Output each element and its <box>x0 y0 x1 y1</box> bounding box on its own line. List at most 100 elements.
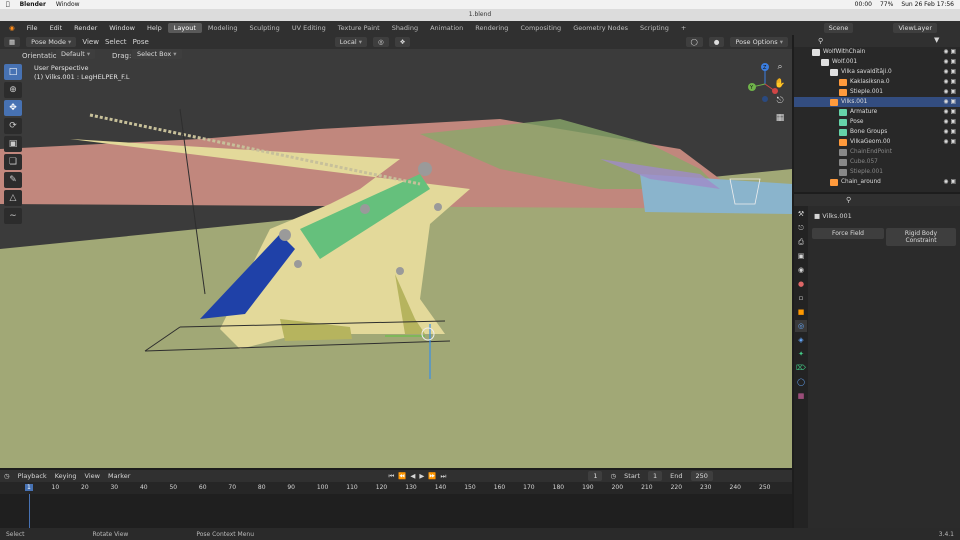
collection-tab-icon[interactable]: ▫ <box>795 292 807 304</box>
workspace-tab-texture-paint[interactable]: Texture Paint <box>332 23 386 33</box>
outliner-row[interactable]: Armature ◉ ▣ <box>794 107 960 117</box>
physics-tab-icon[interactable]: ◎ <box>795 320 807 332</box>
visibility-toggles[interactable]: ◉ ▣ <box>944 129 960 135</box>
snap-icon[interactable]: ❖ <box>394 37 411 47</box>
workspace-tab-rendering[interactable]: Rendering <box>469 23 514 33</box>
force-field-button[interactable]: Force Field <box>812 228 884 239</box>
keying-menu[interactable]: Keying <box>55 472 77 480</box>
menu-render[interactable]: Render <box>68 24 103 32</box>
select-box-icon[interactable]: □ <box>4 64 22 80</box>
outliner-row[interactable]: Vilks.001 ◉ ▣ <box>794 97 960 107</box>
select-menu[interactable]: Select <box>105 38 127 46</box>
outliner-row[interactable]: Cube.057 <box>794 157 960 167</box>
drag-select[interactable]: Select Box <box>132 49 182 59</box>
overlay-icon[interactable]: ◯ <box>685 37 703 47</box>
bone-constraint-tab-icon[interactable]: ◯ <box>795 376 807 388</box>
rotate-icon[interactable]: ⟳ <box>4 118 22 134</box>
outliner-row[interactable]: Bone Groups ◉ ▣ <box>794 127 960 137</box>
editor-type-button[interactable]: ▦ <box>4 37 21 47</box>
scene-tab-icon[interactable]: ◉ <box>795 264 807 276</box>
workspace-tab-modeling[interactable]: Modeling <box>202 23 244 33</box>
outliner-row[interactable]: Vilka savaldītāji.0 ◉ ▣ <box>794 67 960 77</box>
outliner-row[interactable]: Chain_around ◉ ▣ <box>794 177 960 187</box>
frame-ruler[interactable]: 1 10 20 30 40 50 60 70 80 90 100 110 120 130 140 150 160… <box>0 482 792 494</box>
menu-file[interactable]: File <box>21 24 44 32</box>
object-tab-icon[interactable]: ■ <box>795 306 807 318</box>
outliner-row[interactable]: Stieple.001 <box>794 167 960 177</box>
workspace-tab-layout[interactable]: Layout <box>167 23 202 33</box>
filter-icon[interactable]: ▼ <box>934 36 939 44</box>
outliner-row[interactable]: VilkaGeom.00 ◉ ▣ <box>794 137 960 147</box>
playback-controls[interactable]: ⏮⏪◀▶⏩⏭ <box>388 472 450 481</box>
workspace-tab-sculpting[interactable]: Sculpting <box>243 23 285 33</box>
mode-select[interactable]: Pose Mode <box>26 37 77 47</box>
blender-logo-icon[interactable]: ◉ <box>3 24 21 32</box>
clock-icon[interactable]: ◷ <box>610 472 616 480</box>
transform-orientation-select[interactable]: Local <box>334 37 367 47</box>
playback-menu[interactable]: Playback <box>18 472 47 480</box>
pivot-icon[interactable]: ◎ <box>372 37 389 47</box>
visibility-toggles[interactable]: ◉ ▣ <box>944 179 960 185</box>
visibility-toggles[interactable]: ◉ ▣ <box>944 139 960 145</box>
timeline-body[interactable] <box>0 494 792 528</box>
rigid-body-constraint-button[interactable]: Rigid Body Constraint <box>886 228 956 246</box>
camera-icon[interactable]: ⎋ <box>772 96 788 110</box>
workspace-tab-scripting[interactable]: Scripting <box>634 23 675 33</box>
transform-icon[interactable]: ❏ <box>4 154 22 170</box>
visibility-toggles[interactable]: ◉ ▣ <box>944 49 960 55</box>
timeline-view-menu[interactable]: View <box>85 472 100 480</box>
tool-tab-icon[interactable]: ⚒ <box>795 208 807 220</box>
workspace-tab-shading[interactable]: Shading <box>386 23 424 33</box>
workspace-tab-compositing[interactable]: Compositing <box>514 23 567 33</box>
menu-edit[interactable]: Edit <box>44 24 69 32</box>
outliner-row[interactable]: ChainEndPoint <box>794 147 960 157</box>
workspace-tab-animation[interactable]: Animation <box>424 23 469 33</box>
outliner-search-icon[interactable]: ⚲ <box>818 37 823 45</box>
scale-icon[interactable]: ▣ <box>4 136 22 152</box>
pan-icon[interactable]: ✋ <box>772 79 788 93</box>
object-data-tab-icon[interactable]: ✦ <box>795 348 807 360</box>
timeline-editor-icon[interactable]: ◷ <box>4 472 10 480</box>
visibility-toggles[interactable]: ◉ ▣ <box>944 79 960 85</box>
relax-icon[interactable]: ∼ <box>4 208 22 224</box>
pose-menu[interactable]: Pose <box>133 38 149 46</box>
menu-help[interactable]: Help <box>141 24 168 32</box>
apple-icon[interactable]:  <box>6 1 10 8</box>
visibility-toggles[interactable]: ◉ ▣ <box>944 99 960 105</box>
view-menu[interactable]: View <box>82 38 99 46</box>
shading-icon[interactable]: ● <box>708 37 725 47</box>
outliner-row[interactable]: Pose ◉ ▣ <box>794 117 960 127</box>
pose-options-button[interactable]: Pose Options <box>730 37 788 47</box>
add-workspace-button[interactable]: + <box>675 23 692 33</box>
move-icon[interactable]: ✥ <box>4 100 22 116</box>
zoom-icon[interactable]: ⌕ <box>772 62 788 76</box>
world-tab-icon[interactable]: ● <box>795 278 807 290</box>
current-frame-field[interactable]: 1 <box>588 471 603 481</box>
marker-menu[interactable]: Marker <box>108 472 130 480</box>
annotate-icon[interactable]: ✎ <box>4 172 22 188</box>
bone-tab-icon[interactable]: ⌦ <box>795 362 807 374</box>
workspace-tab-uv-editing[interactable]: UV Editing <box>286 23 332 33</box>
output-tab-icon[interactable]: ⎙ <box>795 236 807 248</box>
3d-viewport[interactable]: User Perspective (1) Vilks.001 : LegHELP… <box>0 49 792 468</box>
outliner-row[interactable]: Kaklasiksna.0 ◉ ▣ <box>794 77 960 87</box>
orientation-select[interactable]: Default <box>56 49 96 59</box>
outliner-row[interactable]: WolfWithChain ◉ ▣ <box>794 47 960 57</box>
grid-icon[interactable]: ▦ <box>772 113 788 127</box>
outliner-row[interactable]: Stieple.001 ◉ ▣ <box>794 87 960 97</box>
visibility-toggles[interactable]: ◉ ▣ <box>944 109 960 115</box>
start-frame-field[interactable]: 1 <box>648 471 663 481</box>
visibility-toggles[interactable]: ◉ ▣ <box>944 119 960 125</box>
menu-window[interactable]: Window <box>103 24 141 32</box>
visibility-toggles[interactable]: ◉ ▣ <box>944 69 960 75</box>
end-frame-field[interactable]: 250 <box>690 471 713 481</box>
cursor-icon[interactable]: ⊕ <box>4 82 22 98</box>
visibility-toggles[interactable]: ◉ ▣ <box>944 59 960 65</box>
texture-tab-icon[interactable]: ▦ <box>795 390 807 402</box>
window-menu[interactable]: Window <box>56 1 80 8</box>
properties-search-icon[interactable]: ⚲ <box>846 196 851 204</box>
constraints-tab-icon[interactable]: ◈ <box>795 334 807 346</box>
outliner-row[interactable]: Wolf.001 ◉ ▣ <box>794 57 960 67</box>
render-tab-icon[interactable]: ⎋ <box>795 222 807 234</box>
view-layer-tab-icon[interactable]: ▣ <box>795 250 807 262</box>
